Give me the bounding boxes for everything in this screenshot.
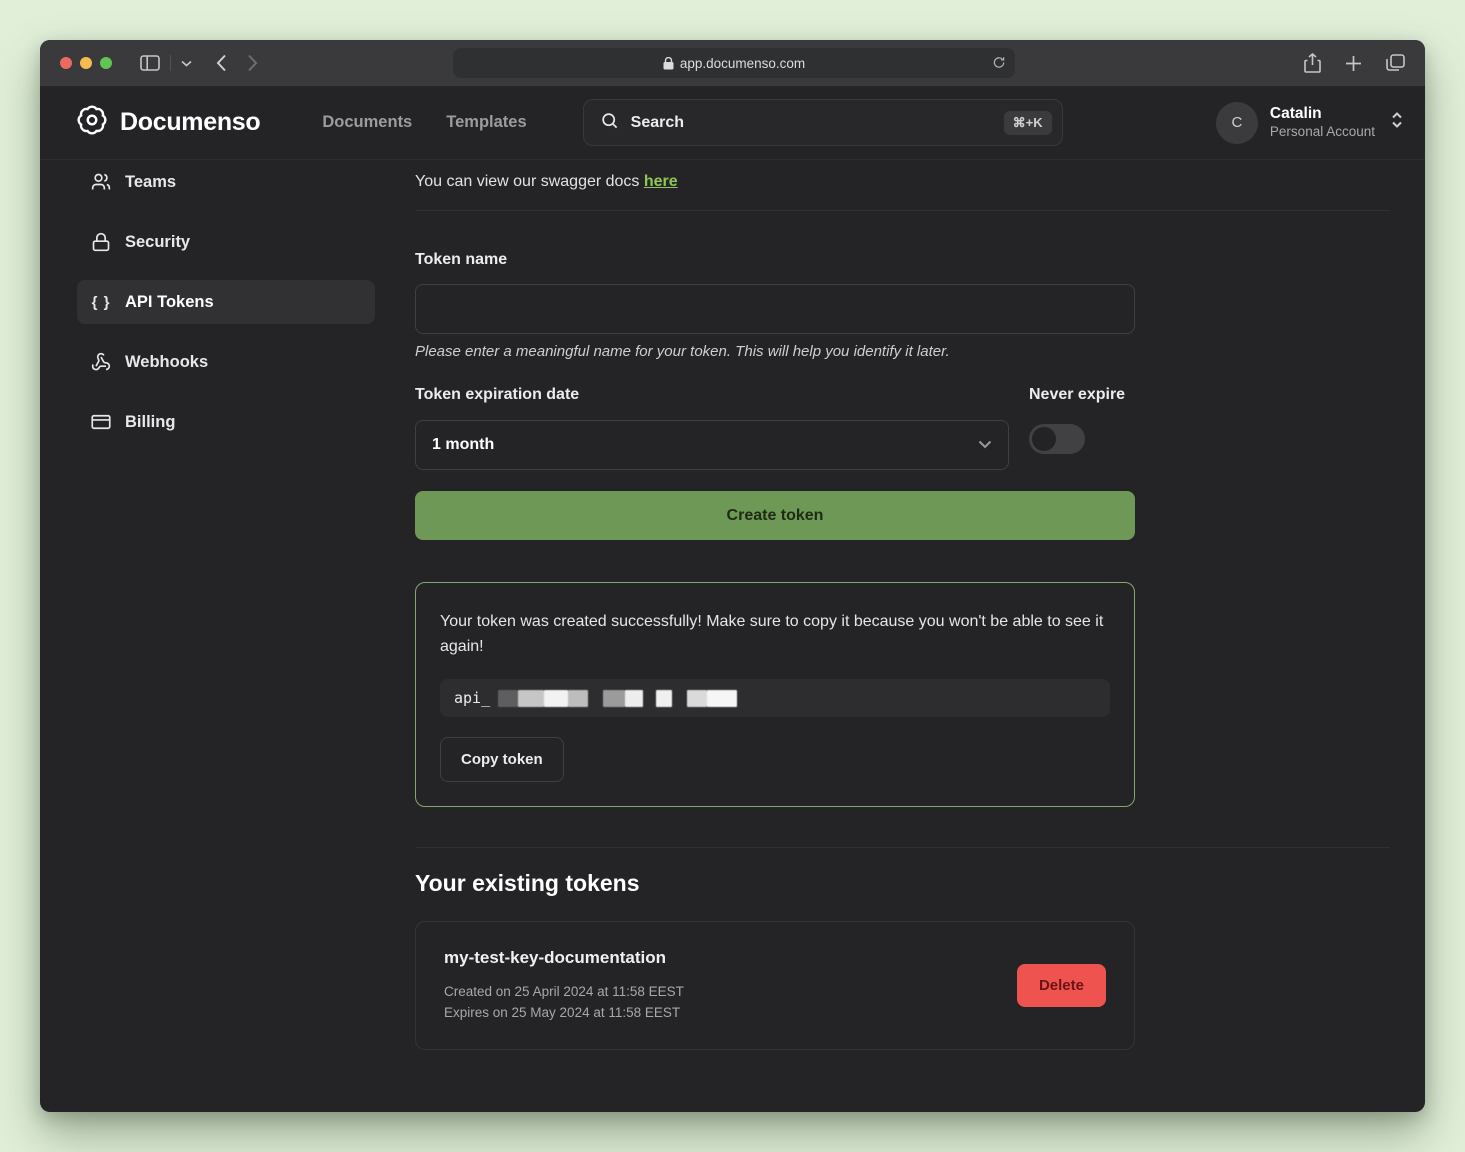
account-type: Personal Account — [1270, 124, 1375, 141]
token-name-input[interactable] — [415, 284, 1135, 334]
token-expires-date: Expires on 25 May 2024 at 11:58 EEST — [444, 1002, 684, 1023]
api-tokens-panel: You can view our swagger docs here Token… — [375, 160, 1425, 1112]
token-card-dates: Created on 25 April 2024 at 11:58 EEST E… — [444, 981, 684, 1023]
never-expire-toggle[interactable] — [1029, 424, 1085, 454]
sidebar-item-label: Security — [125, 233, 190, 252]
token-created-message: Your token was created successfully! Mak… — [440, 609, 1110, 659]
sidebar-item-billing[interactable]: Billing — [77, 400, 375, 444]
divider — [415, 847, 1390, 848]
swagger-docs-link[interactable]: here — [644, 173, 678, 190]
users-icon — [90, 172, 112, 192]
lock-icon — [90, 232, 112, 252]
chevron-down-icon[interactable] — [181, 60, 192, 67]
create-token-button[interactable]: Create token — [415, 491, 1135, 540]
sidebar-item-api-tokens[interactable]: { } API Tokens — [77, 280, 375, 324]
token-card-name: my-test-key-documentation — [444, 948, 684, 968]
lock-icon — [663, 57, 674, 70]
token-created-date: Created on 25 April 2024 at 11:58 EEST — [444, 981, 684, 1002]
sidebar-item-teams[interactable]: Teams — [77, 160, 375, 204]
never-expire-label: Never expire — [1029, 386, 1135, 404]
browser-chrome: app.documenso.com — [40, 40, 1425, 86]
account-name: Catalin — [1270, 104, 1375, 123]
braces-icon: { } — [90, 294, 112, 311]
close-window-button[interactable] — [60, 57, 72, 69]
search-shortcut-badge: ⌘+K — [1004, 111, 1052, 135]
divider — [415, 210, 1390, 211]
token-name-help-text: Please enter a meaningful name for your … — [415, 343, 1390, 360]
divider — [170, 55, 171, 71]
token-expiration-label: Token expiration date — [415, 386, 1009, 404]
chevrons-up-down-icon — [1389, 111, 1405, 134]
token-expiration-value: 1 month — [432, 436, 494, 454]
search-icon — [600, 111, 619, 135]
sidebar-item-label: Webhooks — [125, 353, 208, 372]
zoom-window-button[interactable] — [100, 57, 112, 69]
account-menu[interactable]: C Catalin Personal Account — [1216, 102, 1405, 144]
url-text: app.documenso.com — [680, 56, 805, 71]
sidebar-item-webhooks[interactable]: Webhooks — [77, 340, 375, 384]
brand[interactable]: Documenso — [76, 104, 260, 141]
documenso-logo-icon — [76, 104, 108, 141]
new-tab-icon[interactable] — [1345, 55, 1362, 72]
token-redacted-value — [498, 690, 737, 707]
address-bar[interactable]: app.documenso.com — [453, 48, 1015, 78]
delete-token-button[interactable]: Delete — [1017, 964, 1106, 1007]
minimize-window-button[interactable] — [80, 57, 92, 69]
toggle-knob — [1032, 427, 1056, 451]
search-input[interactable]: Search ⌘+K — [583, 99, 1063, 146]
sidebar-item-label: Teams — [125, 173, 176, 192]
sidebar-item-label: API Tokens — [125, 293, 214, 312]
share-icon[interactable] — [1304, 53, 1321, 73]
chevron-down-icon — [978, 436, 992, 454]
token-value-field: api_ — [440, 679, 1110, 717]
token-expiration-select[interactable]: 1 month — [415, 420, 1009, 470]
swagger-docs-text: You can view our swagger docs here — [415, 172, 1390, 192]
sidebar-toggle-icon[interactable] — [140, 55, 160, 71]
browser-window: app.documenso.com — [40, 40, 1425, 1112]
avatar: C — [1216, 102, 1258, 144]
settings-sidebar: Teams Security { } API Tokens — [40, 160, 375, 1112]
swagger-docs-prefix: You can view our swagger docs — [415, 173, 644, 190]
token-card: my-test-key-documentation Created on 25 … — [415, 921, 1135, 1050]
back-button[interactable] — [216, 54, 227, 72]
credit-card-icon — [90, 412, 112, 432]
webhook-icon — [90, 352, 112, 372]
nav-documents[interactable]: Documents — [322, 113, 412, 132]
sidebar-item-security[interactable]: Security — [77, 220, 375, 264]
sidebar-item-label: Billing — [125, 413, 175, 432]
reload-icon[interactable] — [992, 55, 1006, 70]
copy-token-button[interactable]: Copy token — [440, 737, 564, 782]
token-created-alert: Your token was created successfully! Mak… — [415, 582, 1135, 807]
traffic-lights — [60, 57, 112, 69]
tab-overview-icon[interactable] — [1386, 54, 1405, 72]
forward-button[interactable] — [247, 54, 258, 72]
app-header: Documenso Documents Templates Search ⌘+K… — [40, 86, 1425, 160]
nav-templates[interactable]: Templates — [446, 113, 526, 132]
token-prefix: api_ — [454, 689, 490, 707]
existing-tokens-heading: Your existing tokens — [415, 870, 1390, 897]
top-navigation: Documents Templates — [322, 113, 526, 132]
search-placeholder: Search — [631, 114, 684, 132]
token-name-label: Token name — [415, 251, 1390, 269]
brand-name: Documenso — [120, 108, 260, 137]
